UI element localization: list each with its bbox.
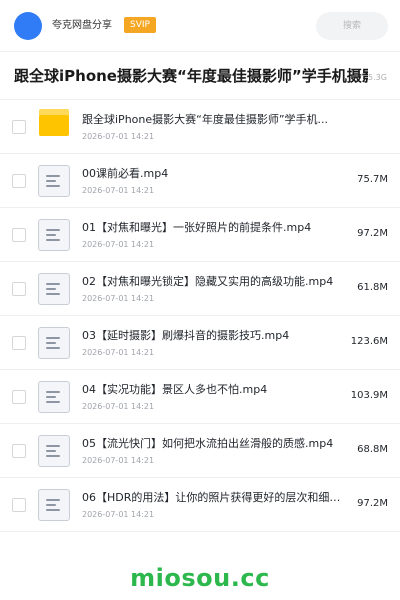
header-bar: 夸克网盘分享 SVIP 搜索 <box>0 0 400 52</box>
select-checkbox[interactable] <box>12 120 26 134</box>
file-date: 2026-07-01 14:21 <box>82 186 155 195</box>
svip-badge: SVIP <box>124 17 156 33</box>
file-row[interactable]: 01【对焦和曝光】一张好照片的前提条件.mp4 2026-07-01 14:21 9… <box>0 208 400 262</box>
total-size: 5.3G <box>368 73 387 82</box>
file-icon <box>38 435 70 467</box>
file-icon <box>38 273 70 305</box>
select-checkbox[interactable] <box>12 174 26 188</box>
file-name[interactable]: 00课前必看.mp4 <box>82 166 344 181</box>
file-date: 2026-07-01 14:21 <box>82 348 155 357</box>
file-list: 跟全球iPhone摄影大赛“年度最佳摄影师”学手机... 2026-07-01 1… <box>0 100 400 532</box>
file-icon <box>38 219 70 251</box>
folder-icon <box>39 109 69 136</box>
file-row[interactable]: 05【流光快门】如何把水流拍出丝滑般的质感.mp4 2026-07-01 14:2… <box>0 424 400 478</box>
file-date: 2026-07-01 14:21 <box>82 294 155 303</box>
file-size: 75.7M <box>357 174 388 185</box>
file-icon <box>38 489 70 521</box>
username: 夸克网盘分享 <box>52 20 112 31</box>
file-date: 2026-07-01 14:21 <box>82 132 155 141</box>
select-checkbox[interactable] <box>12 498 26 512</box>
watermark: miosou.cc <box>130 564 270 592</box>
select-checkbox[interactable] <box>12 336 26 350</box>
file-row[interactable]: 02【对焦和曝光锁定】隐藏又实用的高级功能.mp4 2026-07-01 14:2… <box>0 262 400 316</box>
file-name[interactable]: 06【HDR的用法】让你的照片获得更好的层次和细节... <box>82 490 344 505</box>
file-size: 103.9M <box>350 390 388 401</box>
select-checkbox[interactable] <box>12 228 26 242</box>
file-name[interactable]: 04【实况功能】景区人多也不怕.mp4 <box>82 382 344 397</box>
file-size: 97.2M <box>357 228 388 239</box>
file-row[interactable]: 跟全球iPhone摄影大赛“年度最佳摄影师”学手机... 2026-07-01 1… <box>0 100 400 154</box>
file-date: 2026-07-01 14:21 <box>82 402 155 411</box>
file-icon <box>38 381 70 413</box>
file-row[interactable]: 04【实况功能】景区人多也不怕.mp4 2026-07-01 14:21 103.9… <box>0 370 400 424</box>
file-row[interactable]: 03【延时摄影】刷爆抖音的摄影技巧.mp4 2026-07-01 14:21 123… <box>0 316 400 370</box>
file-date: 2026-07-01 14:21 <box>82 456 155 465</box>
file-name[interactable]: 02【对焦和曝光锁定】隐藏又实用的高级功能.mp4 <box>82 274 344 289</box>
file-date: 2026-07-01 14:21 <box>82 510 155 519</box>
file-row[interactable]: 00课前必看.mp4 2026-07-01 14:21 75.7M <box>0 154 400 208</box>
file-name[interactable]: 05【流光快门】如何把水流拍出丝滑般的质感.mp4 <box>82 436 344 451</box>
page-title: 跟全球iPhone摄影大赛“年度最佳摄影师”学手机摄影 <box>14 67 368 85</box>
file-name[interactable]: 01【对焦和曝光】一张好照片的前提条件.mp4 <box>82 220 344 235</box>
select-checkbox[interactable] <box>12 444 26 458</box>
search-input[interactable]: 搜索 <box>316 12 388 40</box>
file-size: 97.2M <box>357 498 388 509</box>
select-checkbox[interactable] <box>12 282 26 296</box>
file-size: 68.8M <box>357 444 388 455</box>
file-size: 61.8M <box>357 282 388 293</box>
file-name[interactable]: 03【延时摄影】刷爆抖音的摄影技巧.mp4 <box>82 328 344 343</box>
file-icon <box>38 327 70 359</box>
avatar[interactable] <box>14 12 42 40</box>
select-checkbox[interactable] <box>12 390 26 404</box>
file-row[interactable]: 06【HDR的用法】让你的照片获得更好的层次和细节... 2026-07-01 1… <box>0 478 400 532</box>
file-icon <box>38 165 70 197</box>
file-name[interactable]: 跟全球iPhone摄影大赛“年度最佳摄影师”学手机... <box>82 112 344 127</box>
file-date: 2026-07-01 14:21 <box>82 240 155 249</box>
file-size: 123.6M <box>350 336 388 347</box>
share-title-bar: 跟全球iPhone摄影大赛“年度最佳摄影师”学手机摄影 5.3G <box>0 52 400 100</box>
